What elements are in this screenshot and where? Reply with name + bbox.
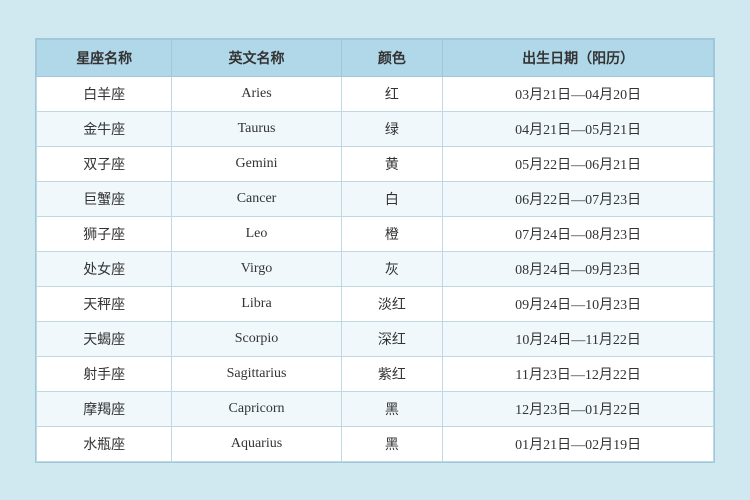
header-english: 英文名称: [172, 39, 341, 76]
cell-english: Scorpio: [172, 321, 341, 356]
table-row: 水瓶座Aquarius黑01月21日—02月19日: [37, 426, 714, 461]
table-row: 巨蟹座Cancer白06月22日—07月23日: [37, 181, 714, 216]
header-date: 出生日期（阳历）: [443, 39, 714, 76]
cell-color: 橙: [341, 216, 443, 251]
cell-color: 淡红: [341, 286, 443, 321]
table-row: 天蝎座Scorpio深红10月24日—11月22日: [37, 321, 714, 356]
cell-english: Sagittarius: [172, 356, 341, 391]
cell-english: Aries: [172, 76, 341, 111]
cell-english: Leo: [172, 216, 341, 251]
cell-date: 05月22日—06月21日: [443, 146, 714, 181]
cell-chinese: 天蝎座: [37, 321, 172, 356]
cell-date: 03月21日—04月20日: [443, 76, 714, 111]
table-row: 双子座Gemini黄05月22日—06月21日: [37, 146, 714, 181]
table-row: 白羊座Aries红03月21日—04月20日: [37, 76, 714, 111]
cell-chinese: 天秤座: [37, 286, 172, 321]
table-row: 摩羯座Capricorn黑12月23日—01月22日: [37, 391, 714, 426]
zodiac-table: 星座名称 英文名称 颜色 出生日期（阳历） 白羊座Aries红03月21日—04…: [36, 39, 714, 462]
cell-date: 04月21日—05月21日: [443, 111, 714, 146]
cell-date: 08月24日—09月23日: [443, 251, 714, 286]
cell-english: Taurus: [172, 111, 341, 146]
cell-date: 11月23日—12月22日: [443, 356, 714, 391]
cell-english: Cancer: [172, 181, 341, 216]
table-row: 金牛座Taurus绿04月21日—05月21日: [37, 111, 714, 146]
cell-color: 黑: [341, 391, 443, 426]
cell-date: 07月24日—08月23日: [443, 216, 714, 251]
cell-chinese: 处女座: [37, 251, 172, 286]
cell-chinese: 巨蟹座: [37, 181, 172, 216]
cell-chinese: 摩羯座: [37, 391, 172, 426]
cell-color: 绿: [341, 111, 443, 146]
cell-color: 紫红: [341, 356, 443, 391]
cell-chinese: 金牛座: [37, 111, 172, 146]
cell-chinese: 白羊座: [37, 76, 172, 111]
cell-color: 白: [341, 181, 443, 216]
cell-date: 09月24日—10月23日: [443, 286, 714, 321]
cell-english: Capricorn: [172, 391, 341, 426]
table-header-row: 星座名称 英文名称 颜色 出生日期（阳历）: [37, 39, 714, 76]
cell-color: 深红: [341, 321, 443, 356]
cell-english: Libra: [172, 286, 341, 321]
cell-color: 红: [341, 76, 443, 111]
cell-chinese: 狮子座: [37, 216, 172, 251]
table-row: 天秤座Libra淡红09月24日—10月23日: [37, 286, 714, 321]
cell-english: Aquarius: [172, 426, 341, 461]
cell-color: 灰: [341, 251, 443, 286]
cell-chinese: 射手座: [37, 356, 172, 391]
cell-chinese: 双子座: [37, 146, 172, 181]
cell-color: 黑: [341, 426, 443, 461]
header-color: 颜色: [341, 39, 443, 76]
cell-english: Virgo: [172, 251, 341, 286]
cell-date: 06月22日—07月23日: [443, 181, 714, 216]
cell-chinese: 水瓶座: [37, 426, 172, 461]
header-chinese: 星座名称: [37, 39, 172, 76]
cell-date: 10月24日—11月22日: [443, 321, 714, 356]
table-row: 处女座Virgo灰08月24日—09月23日: [37, 251, 714, 286]
cell-date: 12月23日—01月22日: [443, 391, 714, 426]
table-body: 白羊座Aries红03月21日—04月20日金牛座Taurus绿04月21日—0…: [37, 76, 714, 461]
zodiac-table-container: 星座名称 英文名称 颜色 出生日期（阳历） 白羊座Aries红03月21日—04…: [35, 38, 715, 463]
cell-date: 01月21日—02月19日: [443, 426, 714, 461]
table-row: 狮子座Leo橙07月24日—08月23日: [37, 216, 714, 251]
cell-english: Gemini: [172, 146, 341, 181]
table-row: 射手座Sagittarius紫红11月23日—12月22日: [37, 356, 714, 391]
cell-color: 黄: [341, 146, 443, 181]
